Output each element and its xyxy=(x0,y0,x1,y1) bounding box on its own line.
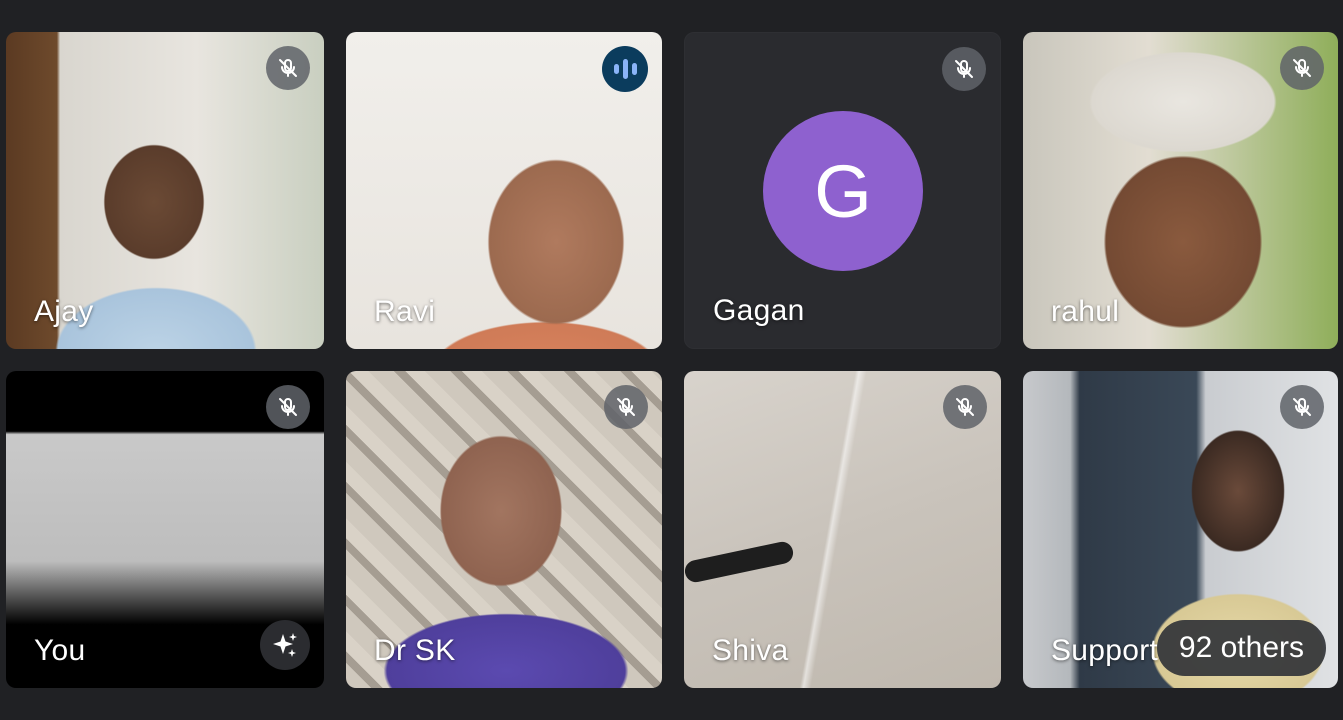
pen-object xyxy=(684,539,796,585)
mic-off-icon xyxy=(1280,385,1324,429)
video-grid: Ajay Ravi G Gagan rahul You Dr SK Shiva … xyxy=(0,0,1343,720)
participant-name: You xyxy=(34,634,86,667)
mic-off-icon xyxy=(604,385,648,429)
participant-tile-rahul[interactable]: rahul xyxy=(1023,32,1338,349)
mic-off-icon xyxy=(943,385,987,429)
participant-name: Ravi xyxy=(374,295,436,328)
participant-tile-gagan[interactable]: G Gagan xyxy=(684,32,1001,349)
participant-name: Shiva xyxy=(712,634,789,667)
participant-tile-ajay[interactable]: Ajay xyxy=(6,32,324,349)
others-button[interactable]: 92 others xyxy=(1156,620,1326,676)
speaking-indicator-icon xyxy=(602,46,648,92)
avatar: G xyxy=(763,111,923,271)
mic-off-icon xyxy=(942,47,986,91)
participant-name: Support xyxy=(1051,634,1159,667)
participant-name: Ajay xyxy=(34,295,94,328)
mic-off-icon xyxy=(266,385,310,429)
participant-tile-support[interactable]: Support 92 others xyxy=(1023,371,1338,688)
participant-tile-ravi[interactable]: Ravi xyxy=(346,32,662,349)
participant-tile-shiva[interactable]: Shiva xyxy=(684,371,1001,688)
participant-name: rahul xyxy=(1051,295,1120,328)
mic-off-icon xyxy=(1280,46,1324,90)
participant-name: Dr SK xyxy=(374,634,456,667)
participant-tile-dr-sk[interactable]: Dr SK xyxy=(346,371,662,688)
sparkle-icon[interactable] xyxy=(260,620,310,670)
participant-tile-you[interactable]: You xyxy=(6,371,324,688)
mic-off-icon xyxy=(266,46,310,90)
participant-name: Gagan xyxy=(713,294,805,327)
